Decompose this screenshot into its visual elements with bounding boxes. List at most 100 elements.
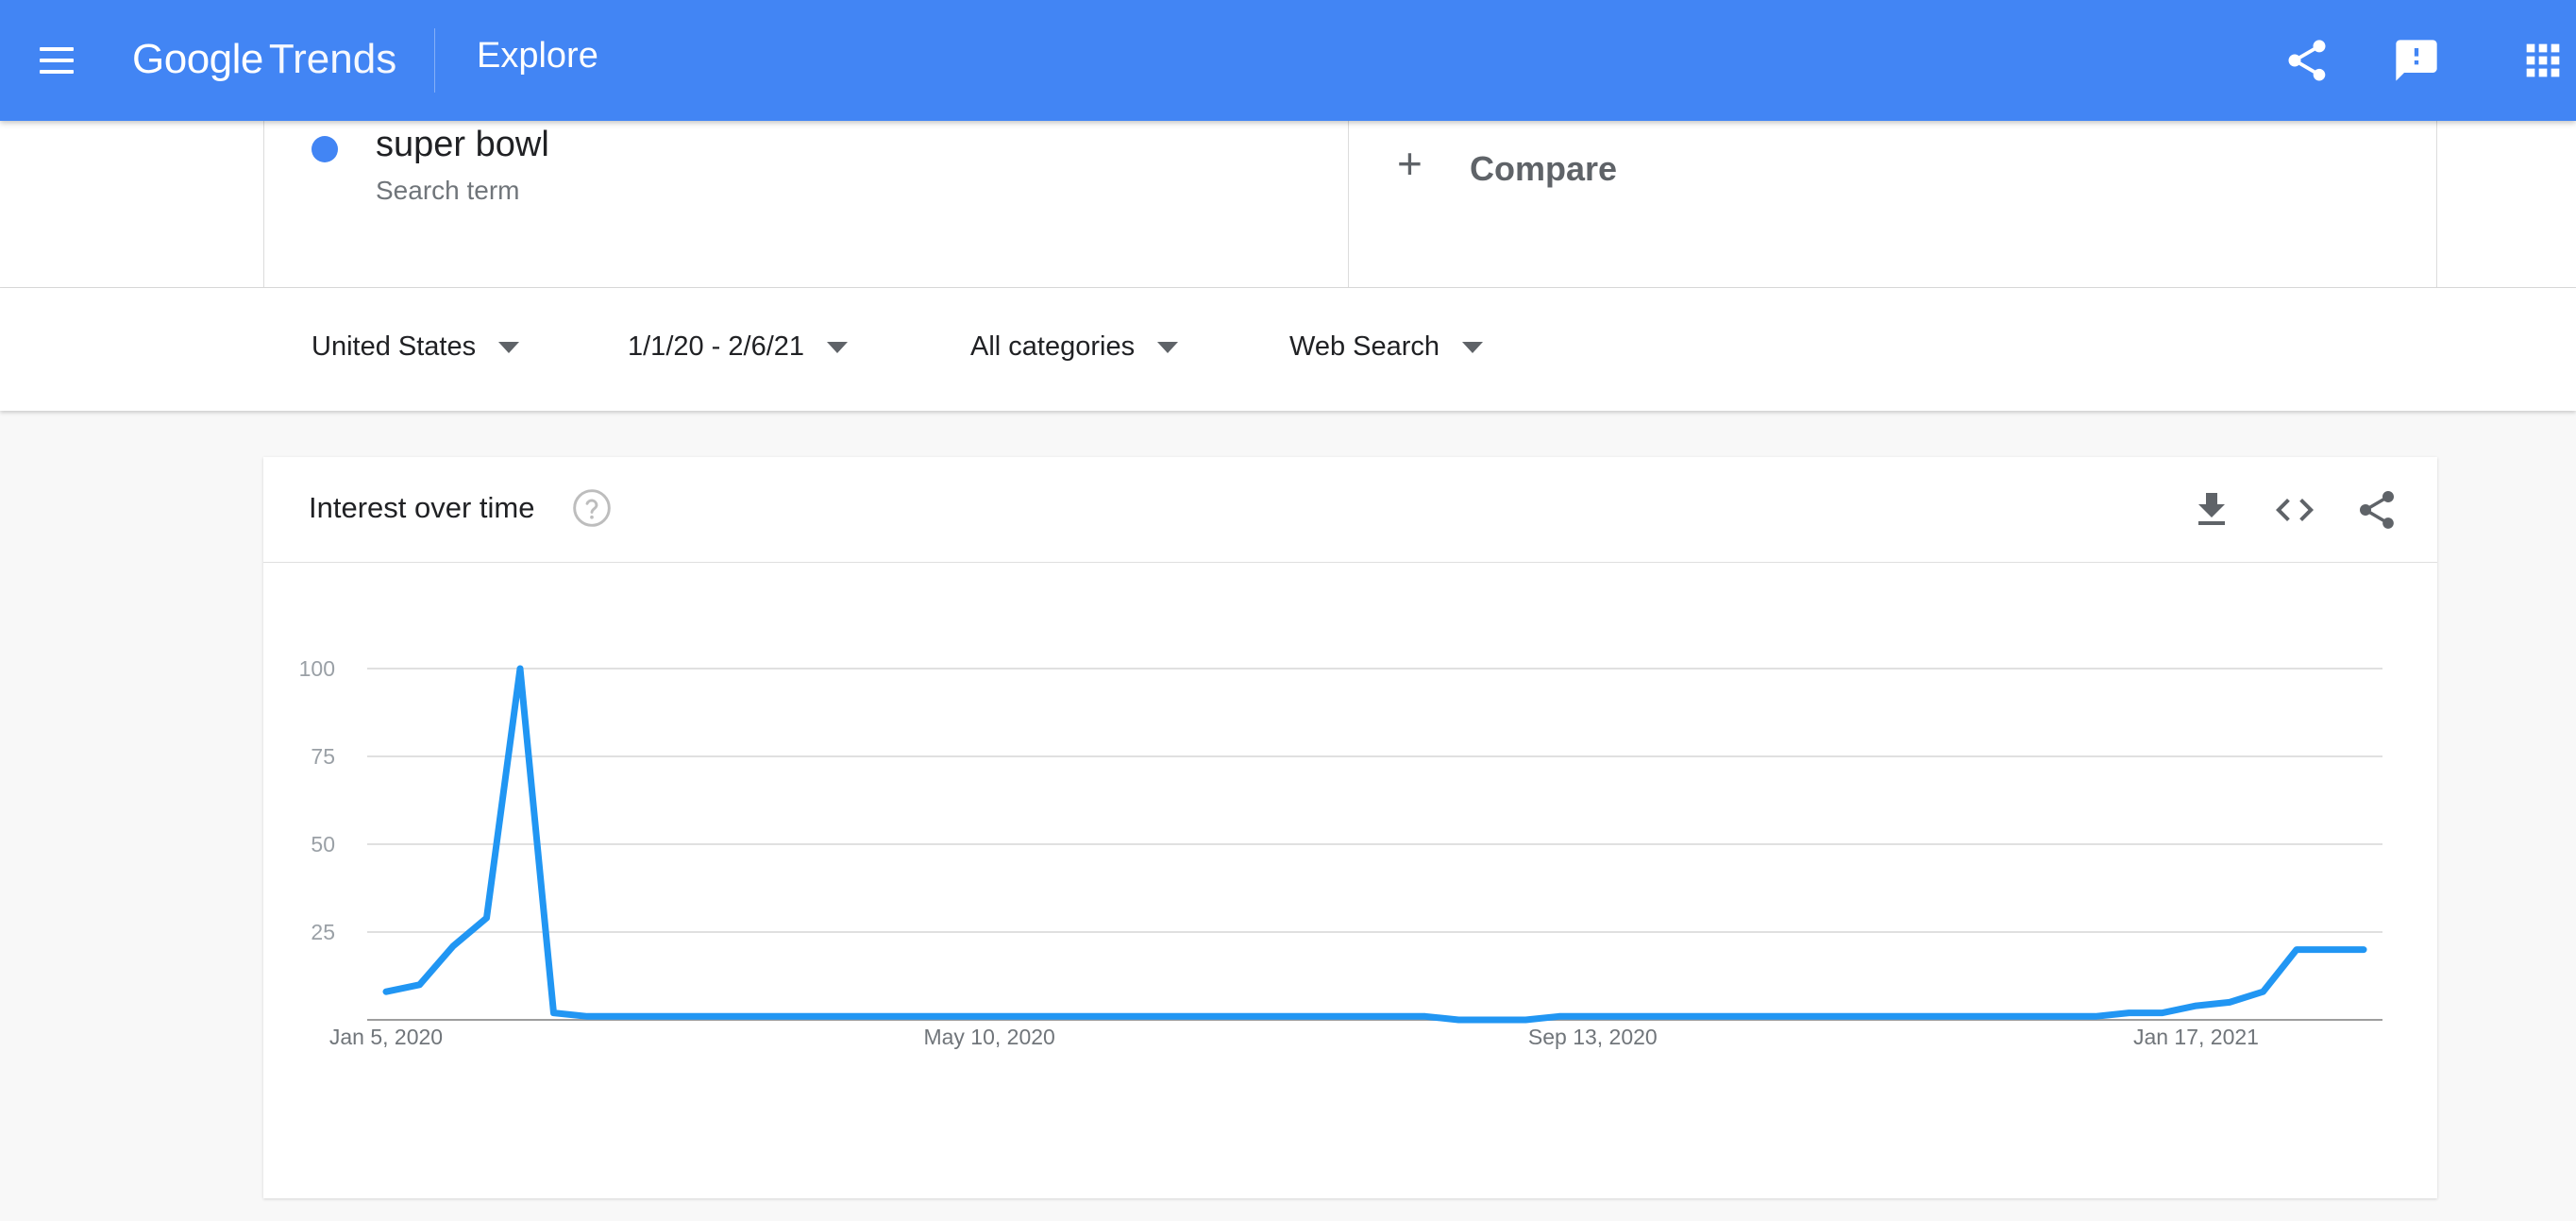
compare-label: Compare bbox=[1470, 149, 1618, 188]
data-point bbox=[851, 1012, 859, 1020]
data-point bbox=[1153, 1012, 1161, 1020]
data-point bbox=[550, 1009, 558, 1017]
data-point bbox=[1857, 1012, 1864, 1020]
data-point bbox=[2025, 1012, 2032, 1020]
data-point bbox=[1690, 1012, 1697, 1020]
data-point bbox=[650, 1012, 658, 1020]
download-icon[interactable] bbox=[2189, 487, 2234, 533]
help-icon[interactable] bbox=[571, 487, 613, 529]
data-point bbox=[1388, 1012, 1395, 1020]
data-point bbox=[1790, 1012, 1797, 1020]
region-value: United States bbox=[311, 331, 477, 362]
caret-down-icon bbox=[1157, 341, 1179, 353]
menu-icon[interactable] bbox=[36, 38, 81, 83]
search-type-dropdown[interactable]: Web Search bbox=[1289, 331, 1484, 363]
data-point bbox=[2360, 946, 2367, 954]
data-point bbox=[1656, 1012, 1663, 1020]
data-point bbox=[1221, 1012, 1228, 1020]
data-point bbox=[516, 665, 524, 672]
data-point bbox=[751, 1012, 759, 1020]
data-point bbox=[985, 1012, 993, 1020]
card-header: Interest over time bbox=[263, 457, 2437, 563]
data-point bbox=[818, 1012, 826, 1020]
y-tick-label-100: 100 bbox=[299, 656, 335, 681]
data-point bbox=[1589, 1012, 1596, 1020]
x-tick-label-0: Jan 5, 2020 bbox=[329, 1025, 443, 1049]
share-icon[interactable] bbox=[2354, 487, 2399, 533]
data-point bbox=[583, 1012, 591, 1020]
data-point bbox=[416, 981, 424, 989]
y-tick-label-75: 75 bbox=[311, 744, 335, 769]
search-term-name: super bowl bbox=[376, 125, 549, 164]
data-point bbox=[1120, 1012, 1127, 1020]
data-point bbox=[1086, 1012, 1094, 1020]
data-point bbox=[1321, 1012, 1328, 1020]
plus-icon: + bbox=[1397, 139, 1423, 188]
data-point bbox=[2259, 988, 2266, 995]
google-trends-logo[interactable]: Google Trends bbox=[132, 36, 396, 89]
data-point bbox=[784, 1012, 792, 1020]
category-value: All categories bbox=[970, 331, 1136, 362]
term-color-dot bbox=[311, 136, 338, 162]
data-point bbox=[1991, 1012, 1998, 1020]
search-term-card[interactable]: super bowl Search term bbox=[263, 121, 1349, 288]
feedback-icon[interactable] bbox=[2392, 36, 2441, 85]
data-point bbox=[1824, 1012, 1831, 1020]
embed-icon[interactable] bbox=[2272, 487, 2317, 533]
data-point bbox=[2125, 1009, 2132, 1017]
data-point bbox=[1556, 1012, 1563, 1020]
search-type-value: Web Search bbox=[1289, 331, 1440, 362]
region-dropdown[interactable]: United States bbox=[311, 331, 520, 363]
x-tick-label-1: May 10, 2020 bbox=[923, 1025, 1054, 1049]
compare-button[interactable]: + Compare bbox=[1350, 121, 2437, 288]
filter-bar: United States 1/1/20 - 2/6/21 All catego… bbox=[0, 288, 2576, 411]
y-tick-label-50: 50 bbox=[311, 832, 335, 856]
top-app-bar: Google Trends Explore bbox=[0, 0, 2576, 121]
x-tick-label-3: Jan 17, 2021 bbox=[2133, 1025, 2259, 1049]
logo-trends-text: Trends bbox=[268, 36, 397, 82]
data-point bbox=[1355, 1012, 1362, 1020]
data-point bbox=[684, 1012, 692, 1020]
data-point bbox=[1455, 1016, 1462, 1024]
data-point bbox=[1891, 1012, 1898, 1020]
interest-line-chart: 25 50 75 100 Jan 5, 2020 May 10, 2020 Sep 13, … bbox=[299, 656, 2382, 1049]
y-tick-label-25: 25 bbox=[311, 920, 335, 944]
data-point bbox=[382, 988, 390, 995]
data-point bbox=[2092, 1012, 2099, 1020]
data-point bbox=[2226, 998, 2233, 1006]
data-point bbox=[918, 1012, 926, 1020]
date-range-value: 1/1/20 - 2/6/21 bbox=[628, 331, 805, 362]
data-point bbox=[952, 1012, 960, 1020]
data-point bbox=[1757, 1012, 1764, 1020]
card-title: Interest over time bbox=[309, 491, 535, 524]
data-point bbox=[885, 1012, 893, 1020]
data-point bbox=[1723, 1012, 1730, 1020]
category-dropdown[interactable]: All categories bbox=[970, 331, 1179, 363]
caret-down-icon bbox=[1462, 341, 1484, 353]
data-point bbox=[2058, 1012, 2065, 1020]
page-title: Explore bbox=[477, 36, 598, 76]
data-point bbox=[1958, 1012, 1965, 1020]
apps-icon[interactable] bbox=[2518, 36, 2568, 85]
data-point bbox=[1254, 1012, 1261, 1020]
data-point bbox=[1052, 1012, 1060, 1020]
interest-over-time-card: Interest over time 25 50 75 100 Jan 5, 2020 M… bbox=[263, 457, 2437, 1198]
date-range-dropdown[interactable]: 1/1/20 - 2/6/21 bbox=[628, 331, 849, 363]
data-point bbox=[2192, 1002, 2199, 1009]
data-point bbox=[449, 942, 457, 950]
search-term-area: super bowl Search term + Compare bbox=[0, 121, 2576, 288]
caret-down-icon bbox=[827, 341, 849, 353]
logo-google-text: Google bbox=[132, 36, 263, 82]
share-icon[interactable] bbox=[2282, 36, 2332, 85]
header-divider bbox=[434, 28, 435, 93]
caret-down-icon bbox=[498, 341, 520, 353]
data-point bbox=[1489, 1016, 1496, 1024]
data-point bbox=[1924, 1012, 1931, 1020]
data-point bbox=[1522, 1016, 1529, 1024]
data-point bbox=[1288, 1012, 1295, 1020]
data-point bbox=[1623, 1012, 1630, 1020]
data-point bbox=[483, 914, 491, 922]
data-point bbox=[1019, 1012, 1027, 1020]
data-point bbox=[2159, 1009, 2166, 1017]
x-tick-label-2: Sep 13, 2020 bbox=[1528, 1025, 1658, 1049]
